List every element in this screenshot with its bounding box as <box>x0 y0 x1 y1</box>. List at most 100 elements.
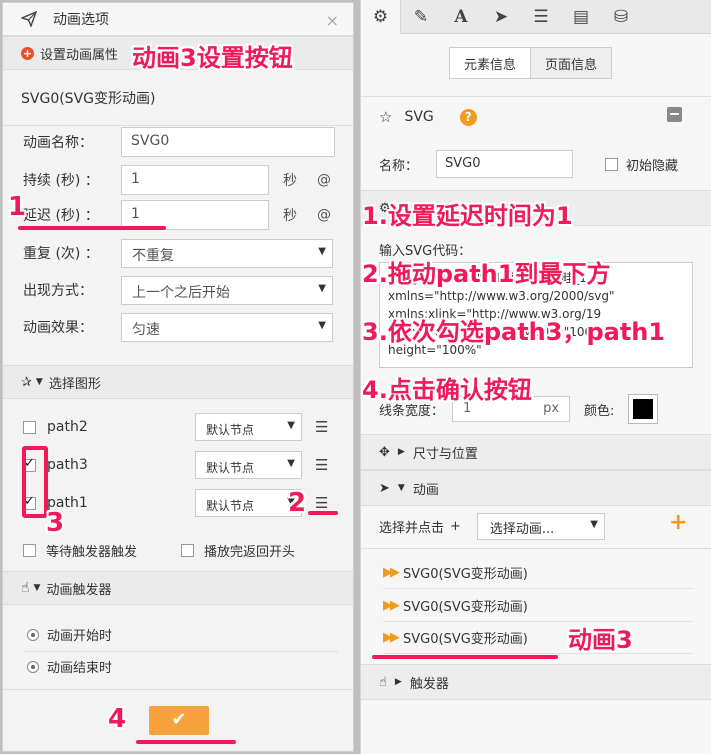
at-symbol[interactable]: @ <box>317 172 331 188</box>
trigger-option-end[interactable]: 动画结束时 <box>27 657 112 676</box>
section-triggers[interactable]: ☝ ▶ 触发器 <box>361 664 711 700</box>
caret-down-icon: ▼ <box>35 377 43 387</box>
confirm-button[interactable]: ✔ <box>149 706 209 735</box>
gear-icon[interactable]: ⚙ <box>361 0 401 34</box>
fast-forward-icon: ▶▶ <box>383 598 400 613</box>
caret-down-icon: ▼ <box>318 282 326 294</box>
paper-plane-icon[interactable]: ➤ <box>481 0 521 34</box>
animation-item-label: SVG0(SVG变形动画) <box>403 567 528 582</box>
node-select-value: 默认节点 <box>206 423 255 437</box>
annotation-box <box>22 446 48 518</box>
section-label: 选择图形 <box>48 376 101 392</box>
row-appear: 出现方式： 上一个之后开始 ▼ <box>23 275 333 305</box>
effect-select[interactable]: 匀速 ▼ <box>121 312 333 342</box>
annotation-underline <box>18 226 166 230</box>
animation-item[interactable]: ▶▶ SVG0(SVG变形动画) <box>383 557 693 589</box>
drag-handle-icon[interactable]: ☰ <box>315 418 328 436</box>
repeat-select[interactable]: 不重复 ▼ <box>121 238 333 268</box>
appear-select[interactable]: 上一个之后开始 ▼ <box>121 275 333 305</box>
code-line: xmlns="http://www.w3.org/2000/svg" <box>388 289 615 303</box>
node-select[interactable]: 默认节点 ▼ <box>195 451 302 479</box>
pencil-icon[interactable]: ✎ <box>401 0 441 34</box>
fast-forward-icon: ▶▶ <box>383 630 400 645</box>
section-size-position[interactable]: ✥ ▶ 尺寸与位置 <box>361 434 711 470</box>
effect-value: 匀速 <box>132 321 160 338</box>
section-animation[interactable]: ➤ ▼ 动画 <box>361 470 711 506</box>
help-icon[interactable]: ? <box>459 108 477 126</box>
field-label: 重复 (次) ： <box>23 243 121 263</box>
node-select[interactable]: 默认节点 ▼ <box>195 413 302 441</box>
collapse-icon[interactable] <box>667 107 682 122</box>
add-animation-button[interactable]: + <box>669 510 687 535</box>
caret-down-icon: ▼ <box>287 458 295 469</box>
drag-handle-icon[interactable]: ☰ <box>315 494 328 512</box>
duration-input[interactable]: 1 <box>121 165 269 195</box>
divider <box>361 548 711 549</box>
annotation-anim3: 动画3 <box>568 626 633 654</box>
select-click-label: 选择并点击 <box>379 521 445 536</box>
caret-down-icon: ▼ <box>318 319 326 331</box>
tab-element-info[interactable]: 元素信息 <box>449 47 532 79</box>
section-label: 触发器 <box>409 676 449 692</box>
unit-label: 秒 <box>283 173 297 189</box>
row-effect: 动画效果： 匀速 ▼ <box>23 312 333 342</box>
tab-page-info[interactable]: 页面信息 <box>531 47 613 79</box>
annotation-number-3: 3 <box>46 508 65 538</box>
plus-circle-icon: + <box>21 46 34 60</box>
appear-value: 上一个之后开始 <box>132 284 230 301</box>
color-swatch[interactable] <box>628 394 659 424</box>
path-row[interactable]: path3 默认节点 ▼ ☰ <box>23 447 338 483</box>
loop-back-label: 播放完返回开头 <box>204 544 296 560</box>
section-animation-trigger[interactable]: ☝ ▼ 动画触发器 <box>3 571 353 605</box>
dialog-title: 动画选项 <box>53 12 109 28</box>
paper-plane-icon: ➤ <box>379 480 390 496</box>
screenshot-root: 动画选项 × + 设置动画属性 SVG0(SVG变形动画) 动画名称： SVG0… <box>0 0 711 754</box>
annotation-step3: 3.依次勾选path3，path1 <box>362 318 666 346</box>
close-icon[interactable]: × <box>326 11 339 30</box>
caret-right-icon: ▶ <box>394 677 402 687</box>
path-row[interactable]: path2 默认节点 ▼ ☰ <box>23 409 338 445</box>
animation-options-dialog: 动画选项 × + 设置动画属性 SVG0(SVG变形动画) 动画名称： SVG0… <box>2 2 354 752</box>
row-options: 等待触发器触发 播放完返回开头 <box>23 535 295 565</box>
drag-handle-icon[interactable]: ☰ <box>315 456 328 474</box>
row-repeat: 重复 (次) ： 不重复 ▼ <box>23 238 333 268</box>
divider <box>361 96 711 97</box>
field-label: 出现方式： <box>23 283 93 299</box>
caret-down-icon: ▼ <box>318 245 326 257</box>
animation-name-input[interactable]: SVG0 <box>121 127 335 157</box>
trigger-end-label: 动画结束时 <box>47 661 113 676</box>
magic-star-icon: ✰ <box>21 374 32 390</box>
section-select-shapes[interactable]: ✰ ▼ 选择图形 <box>3 365 353 399</box>
document-icon[interactable]: ▤ <box>561 0 601 34</box>
name-input[interactable]: SVG0 <box>436 150 574 178</box>
path-checkbox[interactable] <box>23 420 36 434</box>
wait-trigger-checkbox[interactable] <box>23 543 36 557</box>
name-label: 名称： <box>379 158 419 174</box>
animation-item[interactable]: ▶▶ SVG0(SVG变形动画) <box>383 590 693 622</box>
font-icon[interactable]: A <box>441 0 481 34</box>
list-icon[interactable]: ☰ <box>521 0 561 34</box>
annotation-underline <box>136 740 236 744</box>
annotation-step4: 4.点击确认按钮 <box>362 376 532 404</box>
loop-back-checkbox[interactable] <box>181 543 195 557</box>
database-icon[interactable]: ⛁ <box>601 0 641 34</box>
radio-icon[interactable] <box>27 628 39 641</box>
path-label: path2 <box>47 419 88 435</box>
row-animation-name: 动画名称： SVG0 <box>23 127 335 157</box>
fast-forward-icon: ▶▶ <box>383 565 400 580</box>
field-label: 动画效果： <box>23 320 93 336</box>
annotation-underline <box>308 511 338 515</box>
at-symbol[interactable]: @ <box>317 207 331 223</box>
animation-select[interactable]: 选择动画... ▼ <box>476 513 605 540</box>
node-select[interactable]: 默认节点 ▼ <box>195 489 302 517</box>
initial-hidden-label: 初始隐藏 <box>626 158 679 174</box>
radio-icon[interactable] <box>27 660 39 673</box>
caret-down-icon: ▼ <box>397 483 405 493</box>
annotation-underline <box>372 655 558 659</box>
trigger-option-start[interactable]: 动画开始时 <box>27 625 112 644</box>
animation-item[interactable]: ▶▶ SVG0(SVG变形动画) <box>383 622 693 654</box>
field-label: 持续 (秒) ： <box>23 173 99 189</box>
node-select-value: 默认节点 <box>206 499 255 513</box>
initial-hidden-checkbox[interactable] <box>605 157 619 171</box>
star-icon[interactable]: ☆ <box>379 108 392 126</box>
